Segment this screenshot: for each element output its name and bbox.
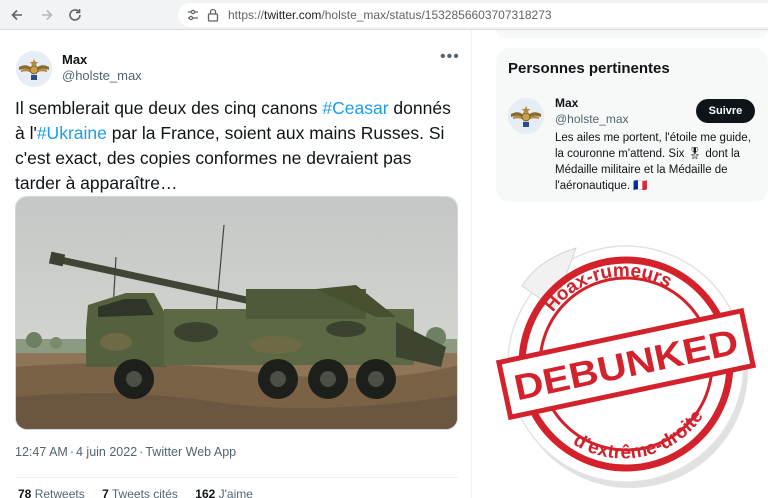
- tweet-meta: 12:47 AM · 4 juin 2022 · Twitter Web App: [15, 445, 236, 459]
- hashtag-link[interactable]: #Ukraine: [37, 123, 107, 143]
- author-name[interactable]: Max: [62, 52, 87, 67]
- retweets-count: 78: [18, 487, 32, 498]
- search-box-bottom: [496, 30, 768, 38]
- retweets-stat[interactable]: 78 Retweets: [18, 487, 85, 498]
- lock-icon: [204, 6, 222, 24]
- separator-dot: ·: [139, 445, 144, 459]
- hashtag-link[interactable]: #Ceasar: [322, 98, 388, 118]
- site-info-icon[interactable]: [184, 6, 202, 24]
- retweets-label: Retweets: [34, 487, 85, 498]
- avatar[interactable]: [16, 51, 52, 87]
- debunked-sticker: Hoax-rumeurs d'extrême-droite DEBUNKED: [480, 212, 768, 498]
- pilot-wings-badge-icon: [16, 51, 52, 87]
- relevant-bio: Les ailes me portent, l'étoile me guide,…: [555, 130, 761, 194]
- tweet-text: Il semblerait que deux des cinq canons #…: [15, 96, 455, 196]
- tweet-column: Max @holste_max ••• Il semblerait que de…: [0, 30, 472, 498]
- quotes-stat[interactable]: 7 Tweets cités: [102, 487, 178, 498]
- tweet-source[interactable]: Twitter Web App: [145, 445, 236, 459]
- reload-button[interactable]: [64, 4, 86, 26]
- likes-count: 162: [195, 487, 216, 498]
- url-domain: twitter.com: [264, 8, 322, 22]
- avatar[interactable]: [508, 98, 544, 134]
- medal-icon: 🎖: [687, 148, 703, 160]
- more-options-icon[interactable]: •••: [440, 48, 460, 66]
- url-path: /holste_max/status/1532856603707318273: [321, 8, 552, 22]
- relevant-name[interactable]: Max: [555, 96, 578, 110]
- reload-icon: [69, 9, 81, 21]
- tweet-media-image[interactable]: [15, 196, 458, 430]
- url-prefix: https://: [228, 8, 265, 22]
- relevant-handle[interactable]: @holste_max: [555, 112, 629, 126]
- arrow-right-icon: [42, 9, 53, 21]
- likes-label: J'aime: [218, 487, 253, 498]
- quotes-label: Tweets cités: [111, 487, 178, 498]
- quotes-count: 7: [102, 487, 109, 498]
- divider: [15, 477, 458, 478]
- flag-fr-icon: 🇫🇷: [633, 180, 648, 192]
- author-handle[interactable]: @holste_max: [62, 68, 142, 83]
- arrow-left-icon: [11, 9, 22, 21]
- relevant-people-card: Personnes pertinentes Max @holste_max Su…: [496, 48, 768, 202]
- pilot-wings-badge-icon: [508, 98, 544, 134]
- likes-stat[interactable]: 162 J'aime: [195, 487, 253, 498]
- relevant-people-title: Personnes pertinentes: [508, 60, 670, 77]
- tweet-stats: 78 Retweets 7 Tweets cités 162 J'aime: [18, 487, 267, 498]
- tweet-text-part: Il semblerait que deux des cinq canons: [15, 98, 323, 118]
- separator-dot: ·: [69, 445, 74, 459]
- back-button[interactable]: [6, 4, 28, 26]
- url-text: https://twitter.com/holste_max/status/15…: [228, 8, 552, 22]
- tweet-date[interactable]: 4 juin 2022: [76, 445, 137, 459]
- follow-button[interactable]: Suivre: [696, 99, 755, 123]
- address-bar[interactable]: https://twitter.com/holste_max/status/15…: [178, 3, 768, 27]
- forward-button[interactable]: [36, 4, 58, 26]
- howitzer-truck-photo: [16, 197, 457, 429]
- browser-toolbar: https://twitter.com/holste_max/status/15…: [0, 0, 768, 30]
- tweet-time[interactable]: 12:47 AM: [15, 445, 68, 459]
